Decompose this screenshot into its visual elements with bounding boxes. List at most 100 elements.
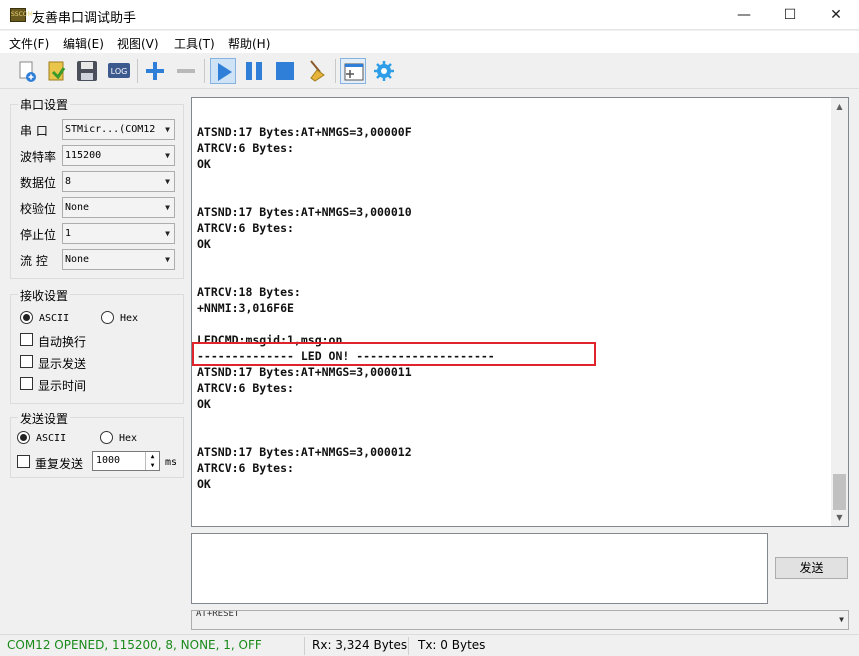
- menu-file[interactable]: 文件(F): [9, 35, 49, 52]
- repeat-send-checkbox[interactable]: [17, 455, 30, 468]
- receive-log-line: OK: [197, 157, 211, 171]
- window-layout-icon[interactable]: [340, 58, 366, 84]
- databits-select[interactable]: 8 ▼: [62, 171, 175, 192]
- receive-settings-group: [10, 294, 184, 404]
- open-folder-icon[interactable]: [44, 58, 70, 84]
- menu-help[interactable]: 帮助(H): [228, 35, 270, 52]
- stopbits-select[interactable]: 1 ▼: [62, 223, 175, 244]
- minimize-button[interactable]: —: [721, 0, 767, 30]
- receive-log-line: [197, 412, 495, 428]
- baud-label: 波特率: [20, 150, 57, 164]
- receive-log-line: [197, 188, 495, 204]
- send-hex-radio[interactable]: [100, 431, 113, 444]
- receive-hex-label: Hex: [120, 313, 139, 324]
- receive-log: ATSND:17 Bytes:AT+NMGS=3,00000F ATRCV:6 B…: [197, 124, 495, 492]
- stop-icon[interactable]: [272, 58, 298, 84]
- stopbits-label: 停止位: [20, 228, 57, 242]
- receive-log-line: ATRCV:6 Bytes:: [197, 221, 294, 235]
- show-time-checkbox[interactable]: [20, 377, 33, 390]
- baud-select[interactable]: 115200 ▼: [62, 145, 175, 166]
- receive-log-line: [197, 252, 495, 268]
- pause-icon[interactable]: [241, 58, 267, 84]
- log-icon[interactable]: LOG: [106, 58, 132, 84]
- menu-view[interactable]: 视图(V): [117, 35, 159, 52]
- send-settings-title: 发送设置: [18, 410, 71, 427]
- status-bar: COM12 OPENED, 115200, 8, NONE, 1, OFF Rx…: [0, 634, 859, 656]
- receive-log-line: ATSND:17 Bytes:AT+NMGS=3,00000F: [197, 125, 412, 139]
- status-separator: [304, 637, 305, 655]
- scroll-thumb[interactable]: [833, 474, 846, 510]
- receive-log-line: ATRCV:6 Bytes:: [197, 141, 294, 155]
- send-textarea[interactable]: [191, 533, 768, 604]
- connection-status: COM12 OPENED, 115200, 8, NONE, 1, OFF: [7, 638, 262, 652]
- receive-log-line: OK: [197, 397, 211, 411]
- window-title: 友善串口调试助手: [32, 11, 137, 26]
- interval-unit: ms: [165, 457, 178, 468]
- menu-edit[interactable]: 编辑(E): [63, 35, 104, 52]
- auto-wrap-label: 自动换行: [38, 335, 87, 349]
- scroll-up-icon[interactable]: ▲: [831, 98, 848, 115]
- show-send-label: 显示发送: [38, 357, 87, 371]
- port-label: 串 口: [20, 124, 48, 138]
- receive-log-line: ATSND:17 Bytes:AT+NMGS=3,000012: [197, 445, 412, 459]
- send-history-select[interactable]: AT+RESET ▼: [191, 610, 849, 630]
- parity-select[interactable]: None ▼: [62, 197, 175, 218]
- receive-scrollbar[interactable]: ▲ ▼: [831, 98, 848, 526]
- close-button[interactable]: ✕: [813, 0, 859, 30]
- save-icon[interactable]: [74, 58, 100, 84]
- databits-label: 数据位: [20, 176, 57, 190]
- add-icon[interactable]: [142, 58, 168, 84]
- send-button[interactable]: 发送: [775, 557, 848, 579]
- receive-ascii-label: ASCII: [39, 313, 70, 324]
- receive-hex-radio[interactable]: [101, 311, 114, 324]
- receive-settings-title: 接收设置: [18, 287, 71, 304]
- spinbox-arrows-icon[interactable]: ▲ ▼: [145, 452, 159, 470]
- parity-label: 校验位: [20, 202, 57, 216]
- receive-log-line: ATSND:17 Bytes:AT+NMGS=3,000011: [197, 365, 412, 379]
- menu-bar: 文件(F) 编辑(E) 视图(V) 工具(T) 帮助(H): [0, 31, 859, 53]
- toolbar-separator: [137, 59, 138, 83]
- send-ascii-label: ASCII: [36, 433, 67, 444]
- receive-log-line: [197, 316, 495, 332]
- play-icon[interactable]: [210, 58, 236, 84]
- receive-ascii-radio[interactable]: [20, 311, 33, 324]
- new-connection-icon[interactable]: [14, 58, 40, 84]
- settings-gear-icon[interactable]: [371, 58, 397, 84]
- rx-count: Rx: 3,324 Bytes: [312, 638, 408, 652]
- maximize-button[interactable]: ☐: [767, 0, 813, 30]
- menu-tools[interactable]: 工具(T): [174, 35, 215, 52]
- receive-log-line: OK: [197, 237, 211, 251]
- title-bar: SSCOM 友善串口调试助手 — ☐ ✕: [0, 0, 859, 30]
- toolbar-separator: [335, 59, 336, 83]
- send-hex-label: Hex: [119, 433, 138, 444]
- repeat-send-label: 重复发送: [35, 457, 84, 471]
- receive-textarea[interactable]: ATSND:17 Bytes:AT+NMGS=3,00000F ATRCV:6 B…: [191, 97, 849, 527]
- receive-log-line: [197, 172, 495, 188]
- svg-text:LOG: LOG: [111, 67, 128, 76]
- app-icon: SSCOM: [10, 8, 33, 22]
- scroll-down-icon[interactable]: ▼: [831, 509, 848, 526]
- receive-log-line: [197, 268, 495, 284]
- receive-log-line: ATRCV:6 Bytes:: [197, 461, 294, 475]
- interval-spinbox[interactable]: 1000 ▲ ▼: [92, 451, 160, 471]
- auto-wrap-checkbox[interactable]: [20, 333, 33, 346]
- serial-settings-title: 串口设置: [18, 96, 71, 113]
- remove-icon[interactable]: [173, 58, 199, 84]
- tx-count: Tx: 0 Bytes: [418, 638, 486, 652]
- send-ascii-radio[interactable]: [17, 431, 30, 444]
- chevron-down-icon[interactable]: ▼: [839, 616, 844, 624]
- receive-log-line: OK: [197, 477, 211, 491]
- status-separator: [408, 637, 409, 655]
- show-send-checkbox[interactable]: [20, 355, 33, 368]
- toolbar: LOG: [0, 53, 859, 89]
- receive-log-line: ATRCV:6 Bytes:: [197, 381, 294, 395]
- receive-log-line: ATSND:17 Bytes:AT+NMGS=3,000010: [197, 205, 412, 219]
- receive-log-line: [197, 428, 495, 444]
- flow-control-select[interactable]: None ▼: [62, 249, 175, 270]
- toolbar-separator: [204, 59, 205, 83]
- highlight-annotation: [192, 342, 596, 366]
- clear-broom-icon[interactable]: [305, 58, 331, 84]
- show-time-label: 显示时间: [38, 379, 87, 393]
- flow-control-label: 流 控: [20, 254, 48, 268]
- port-select[interactable]: STMicr...(COM12 ▼: [62, 119, 175, 140]
